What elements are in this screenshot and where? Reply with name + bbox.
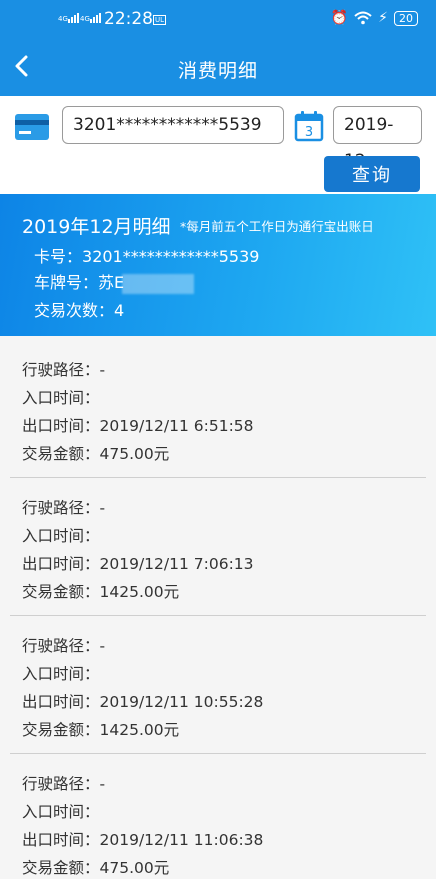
entry-label: 入口时间： — [22, 527, 100, 545]
charging-icon: ⚡ — [378, 10, 388, 26]
summary-title: 2019年12月明细 — [22, 216, 171, 238]
entry-label: 入口时间： — [22, 665, 100, 683]
query-button[interactable]: 查询 — [324, 156, 420, 192]
route-label: 行驶路径： — [22, 637, 100, 655]
list-item[interactable]: 行驶路径：- 入口时间： 出口时间：2019/12/11 10:55:28 交易… — [10, 616, 426, 754]
card-number-input[interactable]: 3201************5539 — [62, 106, 284, 144]
status-bar: 4G 4G 22:28 UL ⏰ ⚡ 20 — [0, 0, 436, 38]
status-badge: UL — [153, 15, 167, 25]
exit-label: 出口时间： — [22, 831, 100, 849]
amount-label: 交易金额： — [22, 859, 100, 877]
page-title: 消费明细 — [177, 60, 258, 82]
plate-row: 车牌号：苏E — [34, 269, 195, 294]
route-label: 行驶路径： — [22, 499, 100, 517]
signal-icon: 4G — [58, 13, 80, 23]
wifi-icon — [354, 11, 372, 25]
calendar-icon[interactable]: 3 — [294, 110, 324, 142]
search-row: 3201************5539 3 2019-12 — [0, 96, 436, 171]
amount-value: 1425.00元 — [99, 583, 180, 601]
plate-redaction — [122, 273, 195, 294]
calendar-day: 3 — [305, 125, 313, 140]
entry-label: 入口时间： — [22, 389, 100, 407]
route-label: 行驶路径： — [22, 361, 100, 379]
card-value: 3201************5539 — [82, 247, 260, 266]
card-label: 卡号： — [34, 247, 83, 266]
route-value: - — [99, 499, 106, 517]
entry-label: 入口时间： — [22, 803, 100, 821]
list-item[interactable]: 行驶路径：- 入口时间： 出口时间：2019/12/11 7:06:13 交易金… — [10, 478, 426, 616]
amount-value: 475.00元 — [99, 445, 170, 463]
signal-label: 4G — [58, 15, 68, 23]
list-item[interactable]: 行驶路径：- 入口时间： 出口时间：2019/12/11 6:51:58 交易金… — [10, 340, 426, 478]
billing-note: *每月前五个工作日为通行宝出账日 — [180, 219, 374, 234]
button-row: 查询 — [0, 156, 436, 194]
count-value: 4 — [114, 301, 125, 320]
plate-label: 车牌号： — [34, 273, 99, 292]
amount-label: 交易金额： — [22, 721, 100, 739]
route-value: - — [99, 361, 106, 379]
signal-icon: 4G — [80, 13, 102, 23]
nav-bar: 消费明细 — [0, 38, 436, 96]
route-value: - — [99, 637, 106, 655]
month-input[interactable]: 2019-12 — [333, 106, 422, 171]
transaction-list: 行驶路径：- 入口时间： 出口时间：2019/12/11 6:51:58 交易金… — [0, 340, 436, 879]
battery-indicator: 20 — [394, 10, 418, 26]
summary-banner: 2019年12月明细 *每月前五个工作日为通行宝出账日 卡号：3201*****… — [0, 194, 436, 336]
count-row: 交易次数：4 — [34, 297, 124, 321]
exit-label: 出口时间： — [22, 555, 100, 573]
exit-value: 2019/12/11 11:06:38 — [99, 831, 264, 849]
plate-value: 苏E — [98, 273, 125, 292]
alarm-icon: ⏰ — [330, 10, 349, 26]
amount-value: 475.00元 — [99, 859, 170, 877]
count-label: 交易次数： — [34, 301, 115, 320]
list-item[interactable]: 行驶路径：- 入口时间： 出口时间：2019/12/11 11:06:38 交易… — [10, 754, 426, 879]
bank-card-icon — [15, 114, 49, 140]
clock: 22:28 — [104, 9, 153, 29]
card-row: 卡号：3201************5539 — [34, 243, 259, 267]
exit-value: 2019/12/11 6:51:58 — [99, 417, 254, 435]
exit-label: 出口时间： — [22, 693, 100, 711]
signal-label: 4G — [80, 15, 90, 23]
route-label: 行驶路径： — [22, 775, 100, 793]
route-value: - — [99, 775, 106, 793]
amount-label: 交易金额： — [22, 445, 100, 463]
amount-label: 交易金额： — [22, 583, 100, 601]
exit-value: 2019/12/11 7:06:13 — [99, 555, 254, 573]
amount-value: 1425.00元 — [99, 721, 180, 739]
exit-value: 2019/12/11 10:55:28 — [99, 693, 264, 711]
exit-label: 出口时间： — [22, 417, 100, 435]
